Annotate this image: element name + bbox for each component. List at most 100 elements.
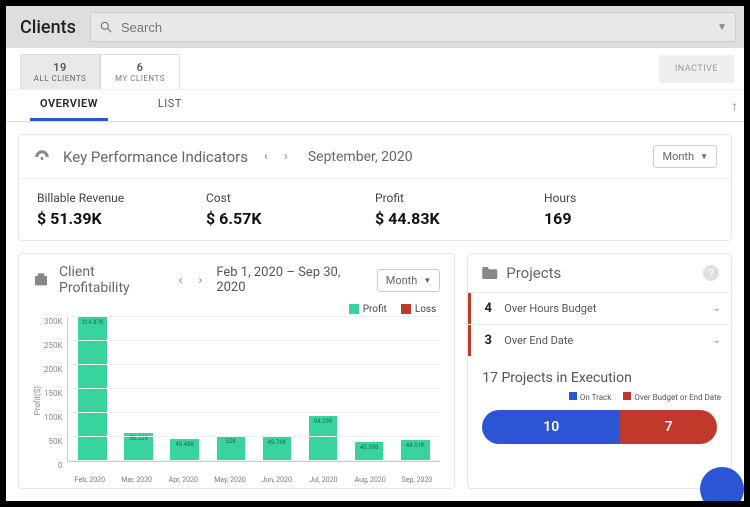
kpi-next-button[interactable]: ›	[280, 147, 292, 166]
chevron-down-icon: ▼	[423, 276, 431, 285]
profitability-chart-card: Client Profitability ‹ › Feb 1, 2020 – S…	[18, 253, 455, 489]
kpi-profit: Profit $ 44.83K	[375, 191, 544, 228]
page-title: Clients	[14, 17, 82, 38]
alert-count: 3	[478, 333, 498, 348]
kpi-label: Hours	[544, 191, 713, 205]
y-axis-label: Profit($)	[33, 386, 42, 415]
x-tick-label: Sep, 2020	[394, 476, 441, 484]
legend-profit: Profit	[363, 304, 387, 315]
bar-column: 44.51K	[392, 317, 438, 461]
projects-panel: Projects ? 4 Over Hours Budget ⌄ 3 Over …	[467, 253, 732, 489]
bar-data-label: 45.48K	[175, 441, 194, 448]
bar-column: 40.598	[346, 317, 392, 461]
bar-column: 52K	[208, 317, 254, 461]
my-clients-label: MY CLIENTS	[115, 74, 165, 83]
projects-title: Projects	[506, 264, 561, 282]
profit-bar[interactable]: 40.598	[355, 442, 384, 461]
bar-column: 58.229	[116, 317, 162, 461]
execution-breakdown[interactable]: 10 7	[468, 410, 731, 454]
kpi-value: $ 51.39K	[37, 209, 206, 228]
bar-column: 314.87K	[70, 317, 116, 461]
bar-data-label: 49.76K	[268, 439, 287, 446]
chart-legend: Profit Loss	[37, 304, 436, 315]
kpi-hours: Hours 169	[544, 191, 713, 228]
inactive-button[interactable]: INACTIVE	[659, 55, 734, 83]
x-tick-label: Apr, 2020	[160, 476, 207, 484]
all-clients-count: 19	[53, 61, 67, 74]
my-clients-count: 6	[137, 61, 144, 74]
search-icon	[99, 20, 113, 34]
folder-icon	[480, 264, 498, 282]
bar-data-label: 44.51K	[406, 442, 425, 449]
kpi-title: Key Performance Indicators	[63, 148, 248, 166]
kpi-granularity-label: Month	[662, 150, 694, 163]
kpi-cost: Cost $ 6.57K	[206, 191, 375, 228]
bar-data-label: 314.87K	[81, 319, 103, 326]
kpi-revenue: Billable Revenue $ 51.39K	[37, 191, 206, 228]
bar-data-label: 94.299	[314, 418, 332, 425]
dashboard-icon	[33, 148, 51, 166]
x-tick-label: May, 2020	[207, 476, 254, 484]
dropdown-caret-icon[interactable]: ▼	[717, 22, 727, 33]
client-scope-tabs: 19 ALL CLIENTS 6 MY CLIENTS INACTIVE	[6, 48, 744, 90]
kpi-value: $ 44.83K	[375, 209, 544, 228]
chart-range: Feb 1, 2020 – Sep 30, 2020	[216, 265, 366, 295]
kpi-label: Profit	[375, 191, 544, 205]
execution-title: 17 Projects in Execution	[468, 356, 731, 392]
legend-loss: Loss	[415, 304, 436, 315]
chart-prev-button[interactable]: ‹	[175, 271, 187, 290]
kpi-label: Cost	[206, 191, 375, 205]
all-clients-label: ALL CLIENTS	[34, 74, 87, 83]
bar-column: 45.48K	[162, 317, 208, 461]
chart-icon	[33, 272, 49, 288]
profit-bar[interactable]: 94.299	[309, 416, 338, 461]
chevron-down-icon: ⌄	[713, 303, 721, 314]
y-axis-ticks: 300K 250K 200K 150K 100K 50K 0	[44, 317, 67, 484]
chart-granularity-dropdown[interactable]: Month ▼	[377, 269, 441, 292]
x-tick-label: Mar, 2020	[113, 476, 160, 484]
alert-label: Over Hours Budget	[504, 302, 596, 315]
help-icon[interactable]: ?	[703, 265, 719, 281]
bar-data-label: 52K	[226, 438, 237, 445]
search-input[interactable]	[121, 20, 727, 35]
execution-legend: On Track Over Budget or End Date	[468, 392, 731, 410]
over-budget-pill[interactable]: 7	[620, 410, 717, 444]
chart-granularity-label: Month	[386, 274, 418, 287]
bar-data-label: 40.598	[360, 444, 378, 451]
x-axis-labels: Feb, 2020Mar, 2020Apr, 2020May, 2020Jun,…	[67, 476, 441, 484]
kpi-value: $ 6.57K	[206, 209, 375, 228]
profit-bar[interactable]: 49.76K	[263, 437, 292, 461]
chart-next-button[interactable]: ›	[194, 271, 206, 290]
chart-title: Client Profitability	[59, 264, 165, 296]
chart-plot-area: 314.87K 58.229 45.48K 52K 49.76K 94.299 40.598…	[67, 317, 441, 462]
profit-bar[interactable]: 44.51K	[401, 440, 430, 461]
kpi-label: Billable Revenue	[37, 191, 206, 205]
alert-count: 4	[478, 301, 498, 316]
tab-list[interactable]: LIST	[148, 89, 192, 121]
profit-bar[interactable]: 314.87K	[78, 317, 107, 461]
tab-my-clients[interactable]: 6 MY CLIENTS	[100, 54, 180, 89]
bar-column: 49.76K	[254, 317, 300, 461]
search-box[interactable]: ▼	[90, 12, 736, 42]
top-bar: Clients ▼	[6, 6, 744, 48]
sort-icon[interactable]: ↑	[731, 98, 738, 115]
alert-over-end-date[interactable]: 3 Over End Date ⌄	[468, 324, 731, 356]
x-tick-label: Jul, 2020	[300, 476, 347, 484]
kpi-prev-button[interactable]: ‹	[260, 147, 272, 166]
kpi-granularity-dropdown[interactable]: Month ▼	[653, 145, 717, 168]
x-tick-label: Feb, 2020	[67, 476, 114, 484]
profit-bar[interactable]: 45.48K	[170, 439, 199, 461]
tab-overview[interactable]: OVERVIEW	[30, 89, 108, 121]
kpi-value: 169	[544, 209, 713, 228]
alert-label: Over End Date	[504, 334, 573, 347]
chevron-down-icon: ⌄	[713, 335, 721, 346]
x-tick-label: Jun, 2020	[253, 476, 300, 484]
profit-bar[interactable]: 52K	[217, 436, 246, 461]
alert-over-hours[interactable]: 4 Over Hours Budget ⌄	[468, 292, 731, 324]
on-track-pill[interactable]: 10	[482, 410, 620, 444]
view-tabs: OVERVIEW LIST ↑	[6, 90, 744, 122]
chevron-down-icon: ▼	[700, 152, 708, 161]
kpi-card: Key Performance Indicators ‹ › September…	[18, 134, 732, 241]
tab-all-clients[interactable]: 19 ALL CLIENTS	[20, 54, 100, 89]
profit-bar[interactable]: 58.229	[124, 433, 153, 461]
